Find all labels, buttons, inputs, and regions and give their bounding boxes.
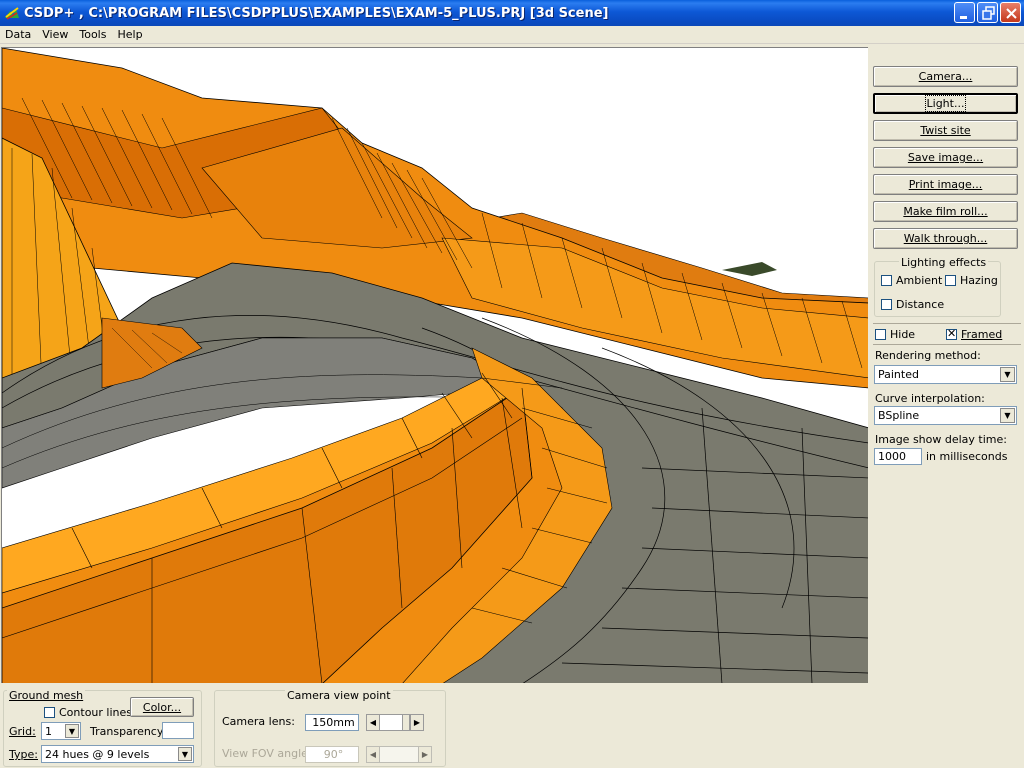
window-title: CSDP+ , C:\PROGRAM FILES\CSDPPLUS\EXAMPL… [24,5,609,21]
twist-site-button[interactable]: Twist site [873,120,1018,141]
rendering-method-value: Painted [878,368,919,381]
scene-controls-panel: Camera... Light... Twist site Save image… [870,47,1024,687]
framed-checkbox[interactable]: Framed [946,327,1003,341]
menu-view[interactable]: View [37,28,74,41]
chevron-down-icon[interactable]: ▼ [1000,367,1015,382]
twist-site-button-label: Twist site [920,124,971,137]
grid-select[interactable]: 1 ▼ [41,722,81,740]
chevron-down-icon[interactable]: ▼ [1000,408,1015,423]
view-fov-input: 90° [305,746,359,763]
stepper-track [380,746,418,763]
contour-lines-checkbox[interactable]: Contour lines [44,706,132,719]
grid-label: Grid: [9,725,36,738]
view-fov-stepper: ◀ ▶ [366,746,432,763]
slider-thumb[interactable] [402,714,410,731]
transparency-input[interactable] [162,722,194,739]
distance-label: Distance [896,298,945,311]
camera-lens-input[interactable]: 150mm [305,714,359,731]
menu-data[interactable]: Data [0,28,37,41]
ambient-checkbox[interactable]: Ambient [881,274,942,287]
image-delay-unit: in milliseconds [926,450,1008,463]
curve-interpolation-label: Curve interpolation: [875,392,985,405]
title-bar[interactable]: CSDP+ , C:\PROGRAM FILES\CSDPPLUS\EXAMPL… [0,0,1024,26]
rendering-method-select[interactable]: Painted ▼ [874,365,1017,384]
image-delay-label: Image show delay time: [875,433,1007,446]
transparency-label: Transparency: [90,725,167,738]
ground-mesh-title: Ground mesh [7,689,86,702]
arrow-right-icon: ▶ [418,746,432,763]
print-image-button-label: Print image... [908,178,983,191]
mesh-type-select[interactable]: 24 hues @ 9 levels ▼ [41,745,194,763]
framed-check-box[interactable] [946,327,957,341]
rendering-method-label: Rendering method: [875,349,981,362]
camera-lens-stepper[interactable]: ◀ ▶ [366,714,424,731]
color-button-label: Color... [142,700,182,714]
curve-interpolation-value: BSpline [878,409,920,422]
hazing-label: Hazing [960,274,998,287]
camera-lens-label: Camera lens: [222,715,295,728]
walk-through-button-label: Walk through... [903,232,988,245]
menu-help[interactable]: Help [112,28,148,41]
ambient-label: Ambient [896,274,943,287]
grid-value: 1 [45,725,52,738]
light-button-label: Light... [924,95,967,112]
close-button[interactable] [1000,2,1021,23]
divider [873,323,1021,324]
image-delay-input[interactable]: 1000 [874,448,922,465]
chevron-down-icon[interactable]: ▼ [178,747,192,761]
arrow-left-icon[interactable]: ◀ [366,714,380,731]
framed-label: Framed [961,328,1003,341]
chevron-down-icon[interactable]: ▼ [65,724,79,738]
distance-check-box[interactable] [881,299,892,310]
save-image-button-label: Save image... [907,151,984,164]
mesh-type-value: 24 hues @ 9 levels [45,748,150,761]
make-film-roll-button[interactable]: Make film roll... [873,201,1018,222]
make-film-roll-button-label: Make film roll... [903,205,988,218]
bottom-panel: Ground mesh Contour lines Color... Grid:… [0,685,1024,768]
lighting-effects-title: Lighting effects [899,256,989,269]
stepper-track[interactable] [380,714,402,731]
hazing-check-box[interactable] [945,275,956,286]
camera-button-label: Camera... [918,70,973,83]
light-button[interactable]: Light... [873,93,1018,114]
menu-bar: Data View Tools Help [0,26,1024,44]
hazing-checkbox[interactable]: Hazing [945,274,998,287]
print-image-button[interactable]: Print image... [873,174,1018,195]
close-icon [1006,8,1017,19]
color-button[interactable]: Color... [130,697,194,717]
restore-button[interactable] [977,2,998,23]
divider [873,344,1021,345]
csdp-app-icon [5,7,19,20]
hide-label: Hide [890,328,916,341]
type-label: Type: [9,748,38,761]
hide-check-box[interactable] [875,329,886,340]
terrain-render [2,48,868,683]
minimize-icon [960,16,967,19]
save-image-button[interactable]: Save image... [873,147,1018,168]
scene-viewport[interactable] [1,47,868,683]
view-fov-label: View FOV angle: [222,747,312,760]
contour-lines-check-box[interactable] [44,707,55,718]
arrow-left-icon: ◀ [366,746,380,763]
walk-through-button[interactable]: Walk through... [873,228,1018,249]
minimize-button[interactable] [954,2,975,23]
distance-checkbox[interactable]: Distance [881,298,944,311]
camera-button[interactable]: Camera... [873,66,1018,87]
ambient-check-box[interactable] [881,275,892,286]
curve-interpolation-select[interactable]: BSpline ▼ [874,406,1017,425]
restore-icon [982,6,995,20]
arrow-right-icon[interactable]: ▶ [410,714,424,731]
menu-tools[interactable]: Tools [74,28,112,41]
camera-view-point-title: Camera view point [285,689,393,702]
hide-checkbox[interactable]: Hide [875,328,915,341]
contour-lines-label: Contour lines [59,706,132,719]
